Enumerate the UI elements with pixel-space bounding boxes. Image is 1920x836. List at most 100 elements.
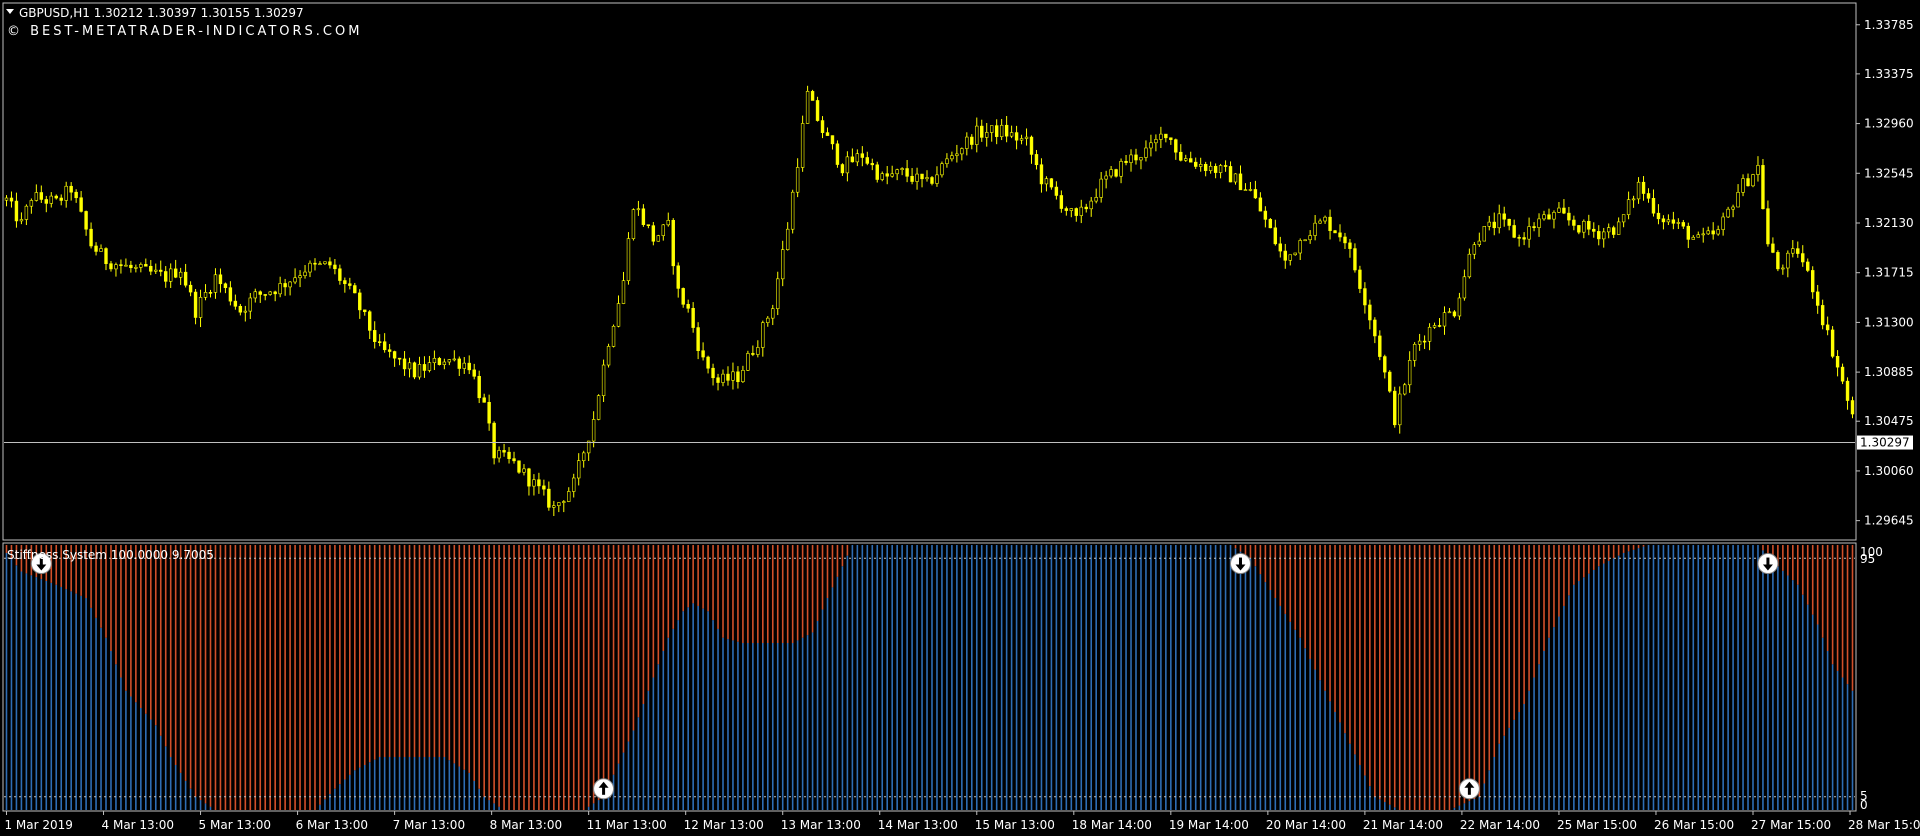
candle-body (1353, 248, 1357, 271)
candle-body (656, 235, 661, 242)
candle-body (980, 125, 984, 138)
candle-body (203, 292, 208, 298)
candle-body (1208, 165, 1213, 171)
candle-body (1781, 267, 1785, 270)
candle-body (925, 177, 929, 180)
indicator-level-0-label: 0 (1860, 798, 1868, 812)
candle-body (407, 362, 412, 370)
candle-body (965, 136, 969, 149)
candle-body (1402, 384, 1407, 395)
candle-body (288, 281, 292, 288)
time-tick-label: 18 Mar 14:00 (1072, 818, 1152, 832)
candle-body (1114, 169, 1118, 177)
candle-body (343, 280, 347, 285)
candle-body (751, 353, 755, 355)
candle-body (706, 356, 710, 369)
candle-body (1144, 147, 1148, 158)
candle-body (1412, 343, 1417, 361)
candle-body (1393, 390, 1397, 426)
candle-body (1646, 193, 1651, 199)
candle-body (168, 268, 173, 282)
candle-body (781, 249, 785, 280)
indicator-axis: 100 95 5 0 (1860, 545, 1883, 812)
candle-body (1806, 261, 1810, 271)
candle-body (771, 308, 775, 319)
candle-body (1626, 199, 1631, 215)
time-axis: 1 Mar 2019 4 Mar 13:00 5 Mar 13:00 6 Mar 13… (4, 811, 1920, 832)
price-tick-label: 1.31300 (1864, 315, 1914, 329)
candle-body (1164, 133, 1168, 139)
candle-body (1014, 132, 1019, 141)
candle-body (790, 191, 795, 230)
candle-body (626, 238, 631, 282)
time-tick-label: 13 Mar 13:00 (781, 818, 861, 832)
candle-body (1422, 340, 1427, 343)
candle-body (99, 248, 103, 252)
candle-body (1363, 288, 1367, 306)
candle-body (258, 291, 262, 295)
candle-body (1517, 237, 1521, 239)
candle-body (44, 199, 48, 204)
candle-body (1089, 200, 1093, 210)
candle-body (323, 261, 327, 265)
candle-body (134, 267, 138, 269)
candle-body (1129, 154, 1133, 163)
candle-body (1358, 269, 1362, 289)
candle-body (228, 287, 233, 302)
candle-body (1184, 158, 1188, 161)
candle-body (686, 304, 690, 309)
candle-body (567, 491, 571, 502)
candle-body (1373, 319, 1377, 337)
candle-body (1671, 219, 1676, 224)
candle-body (1228, 166, 1233, 183)
candle-body (1198, 163, 1203, 167)
candle-body (1791, 248, 1795, 254)
candle-body (621, 280, 626, 304)
candle-body (1711, 230, 1715, 235)
candle-body (1447, 311, 1452, 314)
candle-body (238, 305, 243, 313)
candle-body (59, 197, 63, 201)
candle-body (1686, 225, 1691, 240)
price-tick-label: 1.30060 (1864, 464, 1914, 478)
candle-body (1567, 212, 1571, 221)
candle-body (233, 300, 238, 307)
candle-body (1213, 165, 1218, 173)
candle-body (1467, 253, 1472, 278)
candle-body (1169, 137, 1173, 140)
time-tick-label: 25 Mar 15:00 (1557, 818, 1637, 832)
candle-body (1507, 218, 1511, 226)
candle-body (1233, 173, 1238, 183)
candle-body (432, 358, 437, 363)
candle-body (736, 371, 740, 383)
candle-body (49, 195, 53, 204)
candle-body (333, 264, 337, 270)
price-tick-label: 1.33375 (1864, 67, 1914, 81)
candle-body (79, 197, 83, 212)
candle-body (1407, 360, 1412, 386)
candle-body (641, 208, 646, 225)
candle-body (1283, 250, 1287, 261)
candle-body (1049, 178, 1054, 188)
chart-canvas[interactable]: 1.30297 1.33785 1.33375 1.32960 1.32545 1.321… (0, 0, 1920, 836)
candle-body (1537, 218, 1541, 228)
candle-body (382, 341, 387, 351)
candle-body (701, 350, 705, 358)
candle-body (845, 156, 850, 174)
candle-body (885, 173, 889, 177)
candle-body (756, 347, 760, 355)
candle-body (313, 262, 317, 265)
candle-body (1606, 227, 1611, 233)
candle-body (9, 197, 14, 202)
candle-body (711, 367, 715, 379)
time-tick-label: 1 Mar 2019 (4, 818, 72, 832)
candle-body (1512, 225, 1516, 238)
candle-body (785, 228, 790, 250)
candle-body (1801, 253, 1805, 263)
candle-body (1751, 174, 1755, 187)
candle-body (368, 311, 372, 331)
candle-body (691, 307, 695, 328)
candle-body (855, 153, 860, 163)
candle-body (1268, 219, 1273, 229)
candle-body (1726, 208, 1730, 218)
